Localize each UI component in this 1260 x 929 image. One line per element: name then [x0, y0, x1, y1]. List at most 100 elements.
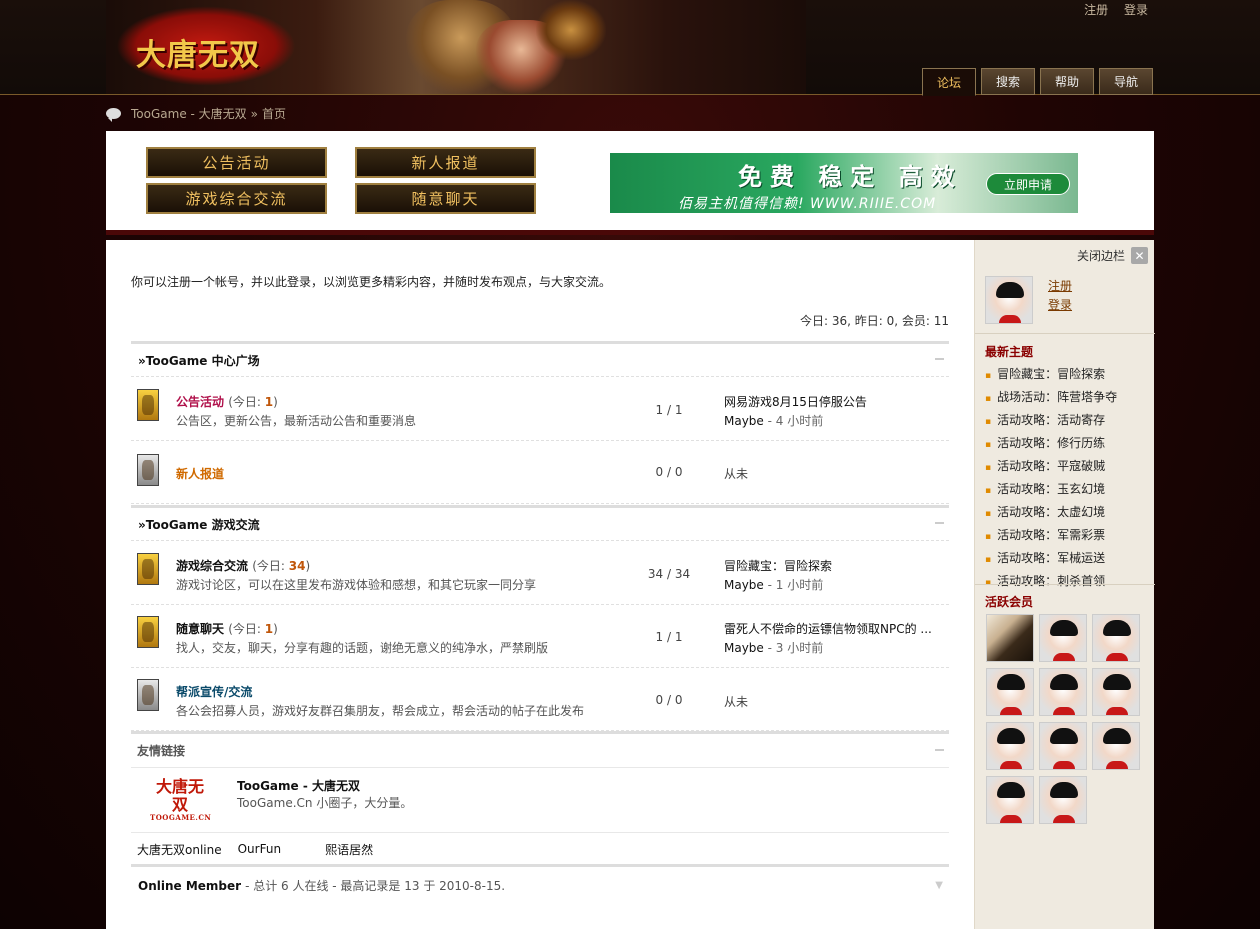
partner-logo[interactable]: 大唐无双 TOOGAME.CN [150, 778, 211, 822]
member-avatar[interactable] [986, 668, 1034, 716]
sidebar-user-links: 注册 登录 [1048, 277, 1072, 315]
online-members-bar[interactable]: Online Member - 总计 6 人在线 - 最高记录是 13 于 20… [131, 864, 949, 904]
tab-navigation[interactable]: 导航 [1099, 68, 1153, 95]
collapse-icon[interactable] [935, 358, 944, 360]
member-avatar[interactable] [986, 722, 1034, 770]
member-avatar[interactable] [1092, 614, 1140, 662]
thread-link[interactable]: 活动攻略：刺杀首领 [997, 574, 1105, 588]
forum-name-link[interactable]: 游戏综合交流 (今日: 34) [176, 557, 310, 574]
friend-links-title: 友情链接 [137, 744, 186, 758]
partner-title-link[interactable]: TooGame - 大唐无双 [237, 777, 360, 794]
thread-link[interactable]: 活动攻略：太虚幻境 [997, 505, 1105, 519]
tab-help[interactable]: 帮助 [1040, 68, 1094, 95]
text-links: 大唐无双online OurFun 熙语居然 [131, 832, 949, 865]
site-logo[interactable]: 大唐无双 [136, 30, 260, 74]
forum-new-posts-icon [137, 553, 159, 585]
last-post-time: - 1 小时前 [767, 578, 824, 592]
tab-forum[interactable]: 论坛 [922, 68, 976, 96]
collapse-icon[interactable] [935, 522, 944, 524]
forum-new-posts-icon [137, 616, 159, 648]
thread-item[interactable]: 活动攻略：太虚幻境 [985, 502, 1117, 525]
thread-link[interactable]: 活动攻略：平寇破贼 [997, 459, 1105, 473]
thread-link[interactable]: 活动攻略：军需彩票 [997, 528, 1105, 542]
chevron-down-icon[interactable]: ▼ [935, 880, 943, 891]
thread-item[interactable]: 活动攻略：平寇破贼 [985, 456, 1117, 479]
thread-item[interactable]: 活动攻略：玉玄幻境 [985, 479, 1117, 502]
online-summary: - 总计 6 人在线 - 最高记录是 13 于 2010-8-15. [245, 879, 506, 893]
text-link[interactable]: 熙语居然 [325, 841, 373, 858]
forum-counts: 1 / 1 [655, 630, 683, 644]
member-avatar[interactable] [1039, 722, 1087, 770]
sidebar-login-link[interactable]: 登录 [1048, 296, 1072, 315]
member-avatar[interactable] [1092, 668, 1140, 716]
section-header-games[interactable]: »TooGame 游戏交流 [131, 505, 949, 541]
forum-name-link[interactable]: 帮派宣传/交流 [176, 683, 252, 700]
forum-counts: 1 / 1 [655, 403, 683, 417]
text-link[interactable]: OurFun [238, 842, 281, 856]
forum-no-new-posts-icon [137, 454, 159, 486]
member-avatar[interactable] [1039, 668, 1087, 716]
thread-link[interactable]: 活动攻略：玉玄幻境 [997, 482, 1105, 496]
forum-row-guild: 帮派宣传/交流 各公会招募人员，游戏好友群召集朋友，帮会成立，帮会活动的帖子在此… [131, 668, 949, 731]
thread-link[interactable]: 活动攻略：活动寄存 [997, 413, 1105, 427]
thread-link[interactable]: 活动攻略：军械运送 [997, 551, 1105, 565]
member-avatar[interactable] [986, 776, 1034, 824]
breadcrumb: TooGame - 大唐无双 » 首页 [106, 105, 286, 122]
breadcrumb-current: 首页 [262, 107, 287, 121]
forum-counts: 0 / 0 [655, 465, 683, 479]
ad-tagline: 佰易主机值得信赖! WWW.RIIIE.COM [678, 196, 937, 212]
forum-counts: 34 / 34 [647, 567, 691, 581]
quick-nav-chat[interactable]: 随意聊天 [355, 183, 536, 214]
top-links: 注册 登录 [1072, 1, 1148, 18]
main-tabs: 论坛 搜索 帮助 导航 [922, 68, 1153, 96]
forum-name: 公告活动 [176, 395, 225, 409]
quick-nav-announcements[interactable]: 公告活动 [146, 147, 327, 178]
header-banner: 大唐无双 [106, 0, 806, 94]
sidebar-register-link[interactable]: 注册 [1048, 277, 1072, 296]
thread-item[interactable]: 战场活动：阵营塔争夺 [985, 387, 1117, 410]
thread-link[interactable]: 战场活动：阵营塔争夺 [997, 390, 1117, 404]
thread-item[interactable]: 活动攻略：军械运送 [985, 548, 1117, 571]
thread-link[interactable]: 冒险藏宝：冒险探索 [997, 367, 1105, 381]
section-header-center[interactable]: »TooGame 中心广场 [131, 341, 949, 377]
ad-apply-button[interactable]: 立即申请 [986, 173, 1070, 195]
ad-banner[interactable]: 免费 稳定 高效 佰易主机值得信赖! WWW.RIIIE.COM 立即申请 [610, 153, 1078, 213]
last-post-user[interactable]: Maybe [724, 641, 764, 655]
last-post-user[interactable]: Maybe [724, 414, 764, 428]
today-label: (今日: [228, 622, 265, 636]
thread-item[interactable]: 活动攻略：军需彩票 [985, 525, 1117, 548]
last-post-user[interactable]: Maybe [724, 578, 764, 592]
today-label-end: ) [273, 622, 278, 636]
close-sidebar-button[interactable]: 关闭边栏 ✕ [1077, 247, 1148, 264]
thread-item[interactable]: 活动攻略：活动寄存 [985, 410, 1117, 433]
tab-search[interactable]: 搜索 [981, 68, 1035, 95]
last-post-link[interactable]: 网易游戏8月15日停服公告 [724, 393, 942, 410]
thread-item[interactable]: 冒险藏宝：冒险探索 [985, 364, 1117, 387]
login-link[interactable]: 登录 [1124, 3, 1148, 17]
collapse-icon[interactable] [935, 749, 944, 751]
breadcrumb-site-link[interactable]: TooGame - 大唐无双 [131, 105, 247, 122]
forum-name-link[interactable]: 随意聊天 (今日: 1) [176, 620, 278, 637]
member-avatar[interactable] [1039, 776, 1087, 824]
friend-links-header[interactable]: 友情链接 [131, 731, 949, 768]
last-post-link[interactable]: 冒险藏宝：冒险探索 [724, 557, 942, 574]
text-link[interactable]: 大唐无双online [137, 841, 222, 858]
quick-nav-newcomers[interactable]: 新人报道 [355, 147, 536, 178]
forum-name-link[interactable]: 新人报道 [176, 465, 224, 482]
today-count: 1 [264, 395, 274, 409]
member-avatar[interactable] [986, 614, 1034, 662]
close-icon[interactable]: ✕ [1131, 247, 1148, 264]
thread-link[interactable]: 活动攻略：修行历练 [997, 436, 1105, 450]
forum-row-chat: 随意聊天 (今日: 1) 找人，交友，聊天，分享有趣的话题，谢绝无意义的纯净水，… [131, 605, 949, 668]
forum-name-link[interactable]: 公告活动 (今日: 1) [176, 393, 278, 410]
member-avatar[interactable] [1039, 614, 1087, 662]
close-sidebar-label: 关闭边栏 [1076, 249, 1125, 263]
member-avatar[interactable] [1092, 722, 1140, 770]
thread-item[interactable]: 活动攻略：修行历练 [985, 433, 1117, 456]
last-post-link[interactable]: 雷死人不偿命的运镖信物领取NPC的 ... [724, 620, 942, 637]
quick-nav-game-discussion[interactable]: 游戏综合交流 [146, 183, 327, 214]
top-bar: 大唐无双 注册 登录 论坛 搜索 帮助 导航 [0, 0, 1260, 96]
register-link[interactable]: 注册 [1084, 3, 1108, 17]
intro-text: 你可以注册一个帐号，并以此登录，以浏览更多精彩内容，并随时发布观点，与大家交流。 [131, 275, 612, 289]
thread-item[interactable]: 活动攻略：刺杀首领 [985, 571, 1117, 594]
